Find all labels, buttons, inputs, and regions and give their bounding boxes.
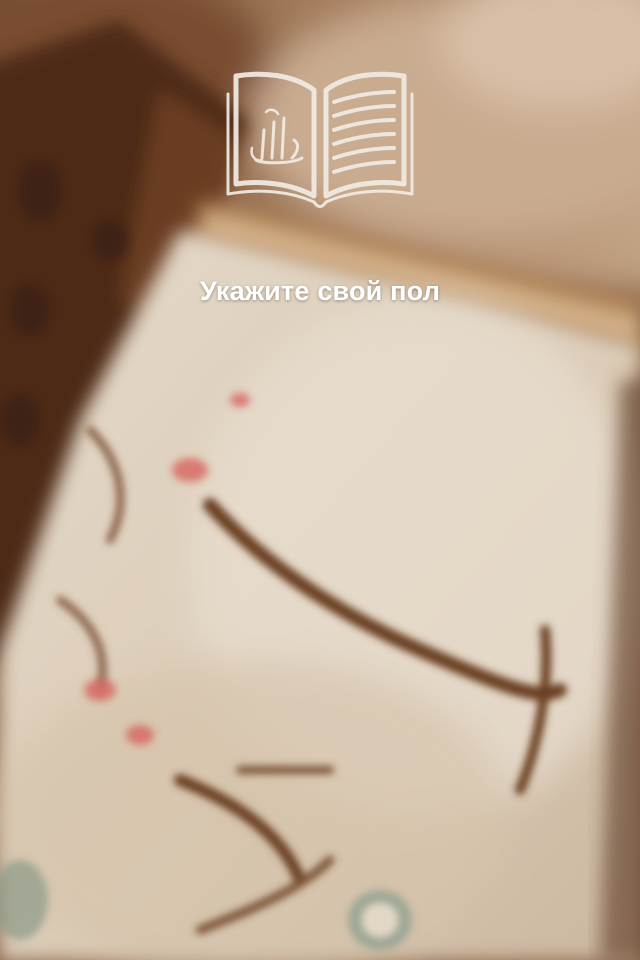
gender-selection-screen: Укажите свой пол xyxy=(0,0,640,960)
page-title: Укажите свой пол xyxy=(199,276,441,306)
open-book-calligraphy-icon xyxy=(226,71,414,208)
